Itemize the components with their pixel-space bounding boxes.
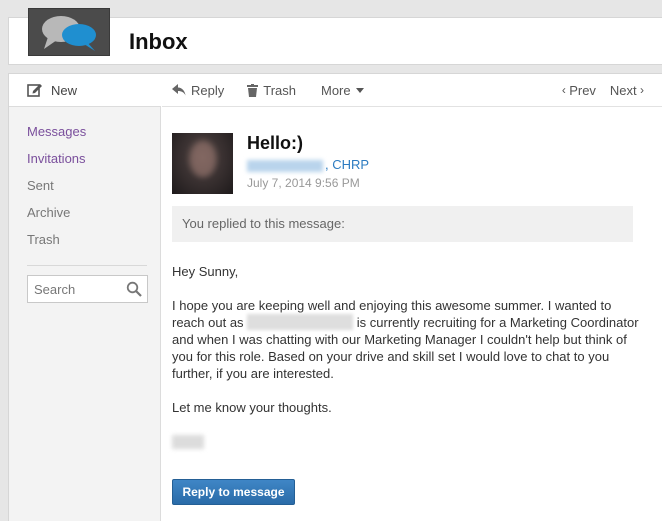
- trash-icon: [247, 83, 259, 97]
- compose-icon: [27, 84, 42, 97]
- mail-panel: New Messages Invitations Sent Archive Tr…: [8, 73, 662, 521]
- search-icon[interactable]: [126, 281, 142, 297]
- top-header: Inbox: [8, 8, 662, 65]
- sidebar-item-sent[interactable]: Sent: [27, 178, 86, 205]
- message-toolbar: Reply Trash More ‹ Prev Next ›: [162, 74, 662, 107]
- next-button[interactable]: Next ›: [610, 83, 644, 98]
- new-label: New: [51, 82, 78, 98]
- trash-label: Trash: [263, 82, 296, 98]
- new-message-button[interactable]: New: [9, 74, 161, 107]
- page-title: Inbox: [129, 29, 188, 54]
- replied-notice: You replied to this message:: [172, 206, 633, 242]
- more-label: More: [321, 82, 351, 98]
- pagination: ‹ Prev Next ›: [562, 83, 644, 98]
- search-input[interactable]: [28, 276, 120, 302]
- message-subject: Hello:): [247, 133, 303, 153]
- chevron-right-icon: ›: [636, 83, 644, 97]
- redacted-company: [247, 314, 354, 330]
- chevron-down-icon: [355, 87, 364, 93]
- closing: Let me know your thoughts.: [172, 400, 332, 415]
- reply-to-message-button[interactable]: Reply to message: [172, 479, 295, 505]
- sidebar-nav: Messages Invitations Sent Archive Trash: [27, 124, 86, 259]
- sidebar-item-trash[interactable]: Trash: [27, 232, 86, 259]
- sidebar: New Messages Invitations Sent Archive Tr…: [9, 74, 161, 521]
- sidebar-item-invitations[interactable]: Invitations: [27, 151, 86, 178]
- reply-label: Reply: [191, 82, 225, 98]
- sender-name-link[interactable]: , CHRP: [247, 157, 369, 172]
- sidebar-item-messages[interactable]: Messages: [27, 124, 86, 151]
- speech-bubbles-icon: [28, 8, 110, 56]
- next-label: Next: [609, 82, 637, 98]
- reply-arrow-icon: [172, 84, 186, 96]
- sender-suffix: , CHRP: [325, 157, 370, 172]
- more-dropdown[interactable]: More: [321, 83, 369, 98]
- search-box: [27, 275, 148, 303]
- sidebar-divider: [27, 265, 147, 266]
- prev-label: Prev: [569, 82, 596, 98]
- redacted-signature: [172, 435, 204, 449]
- chevron-left-icon: ‹: [561, 83, 570, 97]
- greeting: Hey Sunny,: [172, 264, 239, 279]
- body-paragraph: I hope you are keeping well and enjoying…: [172, 297, 642, 382]
- sender-avatar[interactable]: [172, 133, 233, 194]
- message-date: July 7, 2014 9:56 PM: [247, 176, 360, 190]
- redacted-sender-name: [247, 159, 323, 172]
- sidebar-item-archive[interactable]: Archive: [27, 205, 86, 232]
- message-body: Hey Sunny, I hope you are keeping well a…: [172, 263, 642, 433]
- trash-button[interactable]: Trash: [247, 83, 296, 98]
- message-view: Hello:) , CHRP July 7, 2014 9:56 PM You …: [172, 114, 662, 521]
- prev-button[interactable]: ‹ Prev: [562, 83, 596, 98]
- reply-button[interactable]: Reply: [172, 83, 224, 98]
